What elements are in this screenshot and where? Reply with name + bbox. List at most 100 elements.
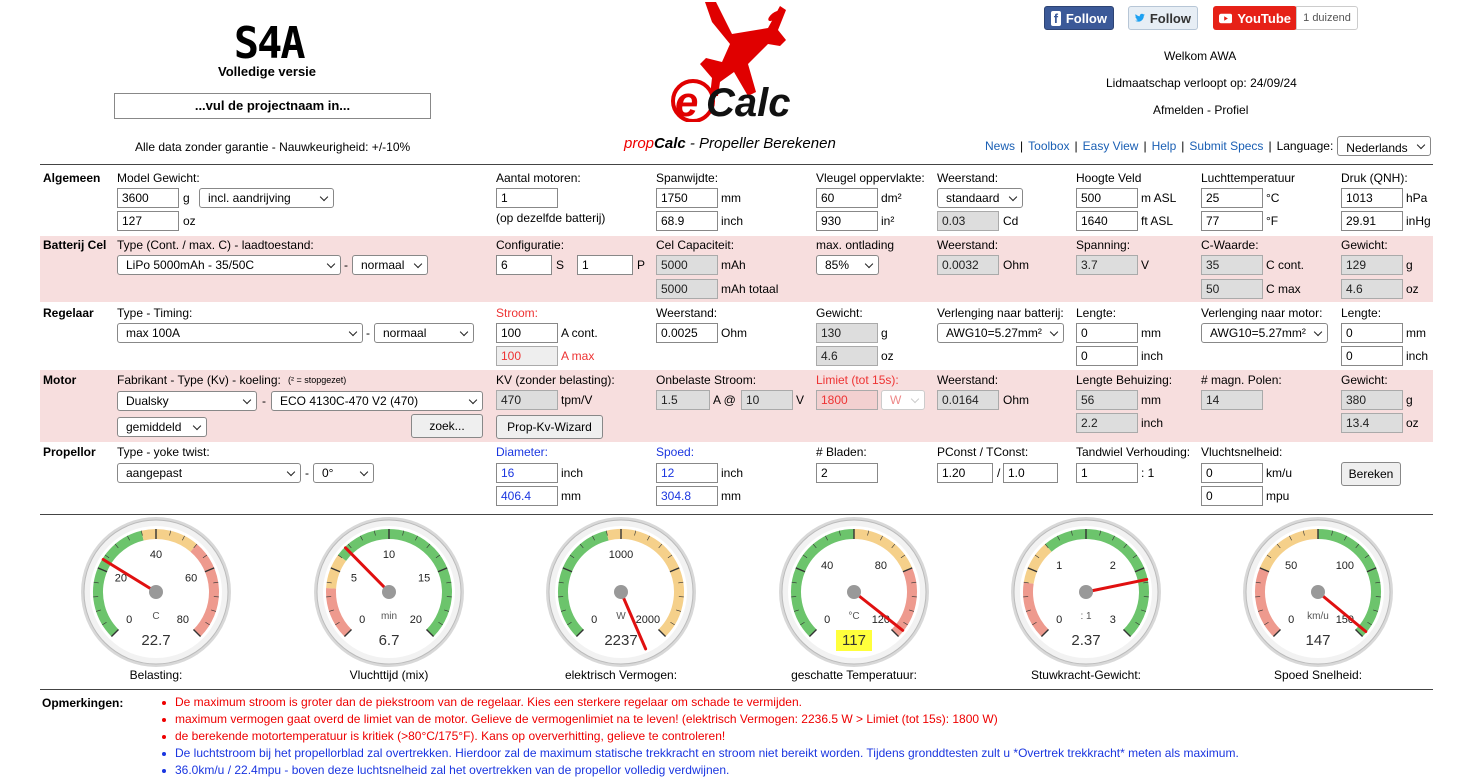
kv-value: 470 bbox=[496, 390, 558, 410]
motors-note: (op dezelfde batterij) bbox=[496, 211, 606, 225]
esc-current-label: Stroom: bbox=[496, 306, 539, 320]
gauge-value-text: 2.37 bbox=[1071, 632, 1101, 649]
config-p-input[interactable]: 1 bbox=[577, 255, 633, 275]
nav-news[interactable]: News bbox=[985, 139, 1015, 153]
config-s-input[interactable]: 6 bbox=[496, 255, 552, 275]
pitch-inch-input[interactable]: 12 bbox=[656, 463, 718, 483]
motor-model-select[interactable]: ECO 4130C-470 V2 (470) bbox=[271, 391, 483, 411]
span-mm-input[interactable]: 1750 bbox=[656, 188, 718, 208]
gear-ratio-input[interactable]: 1 bbox=[1076, 463, 1138, 483]
nav-separator: | bbox=[1020, 139, 1024, 153]
yoke-twist-select[interactable]: 0° bbox=[313, 463, 374, 483]
motor-cooling-select[interactable]: gemiddeld bbox=[117, 417, 207, 437]
language-select[interactable]: Nederlands bbox=[1337, 136, 1432, 156]
esc-resistance-input[interactable]: 0.0025 bbox=[656, 323, 718, 343]
remark-item: De luchtstroom bij het propellorblad zal… bbox=[160, 745, 1239, 762]
esc-current-cont-input[interactable]: 100 bbox=[496, 323, 558, 343]
prop-type-select[interactable]: aangepast bbox=[117, 463, 301, 483]
unit-label: hPa bbox=[1406, 191, 1428, 205]
ext-motor-length-inch-input[interactable]: 0 bbox=[1341, 346, 1403, 366]
motor-weight-oz-value: 13.4 bbox=[1341, 413, 1403, 433]
section-regelaar: Regelaar bbox=[43, 306, 94, 320]
gauge-label: elektrisch Vermogen: bbox=[564, 668, 678, 682]
nav-separator: | bbox=[1181, 139, 1185, 153]
esc-type-select[interactable]: max 100A bbox=[117, 323, 363, 343]
esc-current-max-input[interactable]: 100 bbox=[496, 346, 558, 366]
pressure-hpa-input[interactable]: 1013 bbox=[1341, 188, 1403, 208]
discharge-select[interactable]: 85% bbox=[816, 255, 879, 275]
ext-motor-select[interactable]: AWG10=5.27mm² bbox=[1201, 323, 1328, 343]
unit-label: inch bbox=[1406, 349, 1429, 363]
battery-state-select[interactable]: normaal bbox=[352, 255, 428, 275]
esc-timing-select[interactable]: normaal bbox=[374, 323, 474, 343]
unit-label: inch bbox=[721, 466, 744, 480]
wing-area-label: Vleugel oppervlakte: bbox=[816, 171, 925, 185]
battery-type-select[interactable]: LiPo 5000mAh - 35/50C bbox=[117, 255, 341, 275]
youtube-subscribe-button[interactable]: YouTube bbox=[1213, 6, 1297, 30]
ext-motor-length-mm-input[interactable]: 0 bbox=[1341, 323, 1403, 343]
gauge-tick-label: 60 bbox=[185, 572, 197, 584]
page-subtitle: propCalc - Propeller Berekenen bbox=[624, 135, 836, 152]
ext-battery-select[interactable]: AWG10=5.27mm² bbox=[937, 323, 1064, 343]
gauge-value: 6.7 bbox=[339, 632, 439, 649]
height-ft-input[interactable]: 1640 bbox=[1076, 211, 1138, 231]
temp-c-input[interactable]: 25 bbox=[1201, 188, 1263, 208]
blades-input[interactable]: 2 bbox=[816, 463, 878, 483]
unit-label: g bbox=[881, 326, 888, 340]
gauge-value: 117 bbox=[804, 630, 904, 651]
gauge-hub bbox=[847, 585, 861, 599]
pitch-mm-input[interactable]: 304.8 bbox=[656, 486, 718, 506]
divider bbox=[40, 514, 1433, 515]
height-m-input[interactable]: 500 bbox=[1076, 188, 1138, 208]
wing-in2-input[interactable]: 930 bbox=[816, 211, 878, 231]
esc-type-label: Type - Timing: bbox=[117, 306, 193, 320]
motors-input[interactable]: 1 bbox=[496, 188, 558, 208]
model-weight-g-input[interactable]: 3600 bbox=[117, 188, 179, 208]
nav-easy-view[interactable]: Easy View bbox=[1083, 139, 1139, 153]
weight-mode-select[interactable]: incl. aandrijving bbox=[199, 188, 334, 208]
project-name-input[interactable]: ...vul de projectnaam in... bbox=[114, 93, 431, 119]
diameter-inch-input[interactable]: 16 bbox=[496, 463, 558, 483]
ext-battery-length-inch-input[interactable]: 0 bbox=[1076, 346, 1138, 366]
flight-speed-mph-input[interactable]: 0 bbox=[1201, 486, 1263, 506]
unit-label: in² bbox=[881, 214, 895, 228]
nav-separator: | bbox=[1143, 139, 1147, 153]
tconst-input[interactable]: 1.0 bbox=[1003, 463, 1058, 483]
wing-dm2-input[interactable]: 60 bbox=[816, 188, 878, 208]
prop-kv-wizard-button[interactable]: Prop-Kv-Wizard bbox=[496, 415, 603, 439]
battery-resistance-value: 0.0032 bbox=[937, 255, 999, 275]
logout-link[interactable]: Afmelden bbox=[1153, 103, 1204, 117]
facebook-follow-button[interactable]: f Follow bbox=[1044, 6, 1114, 30]
power-limit-unit-select[interactable]: W bbox=[881, 390, 925, 410]
ext-battery-length-mm-input[interactable]: 0 bbox=[1076, 323, 1138, 343]
motor-search-button[interactable]: zoek... bbox=[411, 414, 483, 438]
calculate-button[interactable]: Bereken bbox=[1341, 462, 1401, 486]
nav-submit-specs[interactable]: Submit Specs bbox=[1189, 139, 1263, 153]
pressure-inhg-input[interactable]: 29.91 bbox=[1341, 211, 1403, 231]
diameter-mm-input[interactable]: 406.4 bbox=[496, 486, 558, 506]
nav-help[interactable]: Help bbox=[1152, 139, 1177, 153]
unit-label: oz bbox=[881, 349, 894, 363]
pconst-input[interactable]: 1.20 bbox=[937, 463, 993, 483]
esc-resistance-label: Weerstand: bbox=[656, 306, 718, 320]
nav-toolbox[interactable]: Toolbox bbox=[1028, 139, 1069, 153]
motor-manufacturer-select[interactable]: Dualsky bbox=[117, 391, 257, 411]
span-inch-input[interactable]: 68.9 bbox=[656, 211, 718, 231]
flight-speed-kmh-input[interactable]: 0 bbox=[1201, 463, 1263, 483]
drag-select[interactable]: standaard bbox=[937, 188, 1023, 208]
profile-link[interactable]: Profiel bbox=[1214, 103, 1248, 117]
model-weight-oz-input[interactable]: 127 bbox=[117, 211, 179, 231]
noload-current-value: 1.5 bbox=[656, 390, 710, 410]
motor-resistance-value: 0.0164 bbox=[937, 390, 999, 410]
unit-label: Ohm bbox=[1003, 258, 1030, 272]
youtube-subscriber-count: 1 duizend bbox=[1296, 6, 1358, 30]
diameter-label: Diameter: bbox=[496, 445, 549, 459]
twitter-follow-button[interactable]: Follow bbox=[1128, 6, 1198, 30]
temp-f-input[interactable]: 77 bbox=[1201, 211, 1263, 231]
unit-label: A @ bbox=[713, 393, 736, 407]
cd-value: 0.03 bbox=[937, 211, 999, 231]
case-length-inch-value: 2.2 bbox=[1076, 413, 1138, 433]
welcome-text: Welkom AWA bbox=[1164, 49, 1237, 63]
gauge-hub bbox=[382, 585, 396, 599]
ext-motor-label: Verlenging naar motor: bbox=[1201, 306, 1323, 320]
